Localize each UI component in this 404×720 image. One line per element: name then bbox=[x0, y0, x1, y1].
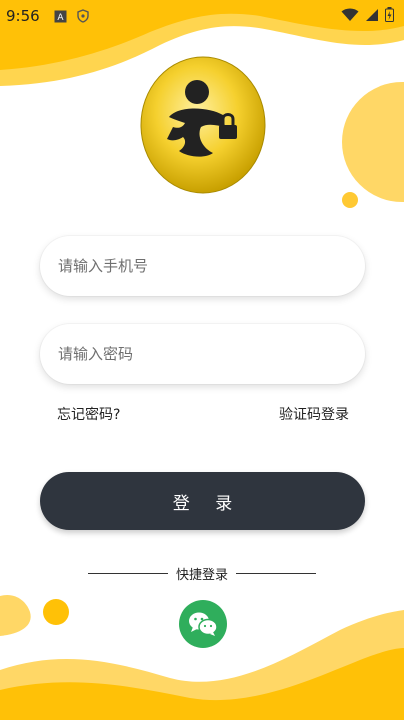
password-field[interactable] bbox=[40, 324, 365, 384]
wechat-login-button[interactable] bbox=[179, 600, 227, 648]
wechat-icon bbox=[189, 612, 218, 636]
divider-line-right bbox=[236, 572, 316, 574]
svg-text:A: A bbox=[57, 13, 64, 23]
quick-login-divider: 快捷登录 bbox=[0, 563, 404, 583]
password-input[interactable] bbox=[58, 345, 347, 363]
wifi-icon bbox=[341, 7, 359, 26]
signal-icon bbox=[365, 7, 379, 26]
divider-line-left bbox=[87, 572, 168, 574]
phone-field[interactable] bbox=[40, 236, 365, 296]
login-button[interactable]: 登 录 bbox=[40, 472, 365, 530]
status-time: 9:56 bbox=[6, 7, 40, 25]
status-bar: 9:56 A bbox=[0, 0, 404, 32]
quick-login-label: 快捷登录 bbox=[175, 567, 228, 583]
runner-logo-icon bbox=[140, 56, 266, 194]
battery-icon bbox=[385, 6, 394, 26]
a-box-icon: A bbox=[54, 10, 67, 23]
forgot-password-link[interactable]: 忘记密码? bbox=[57, 404, 120, 424]
phone-input[interactable] bbox=[58, 257, 347, 275]
shield-icon bbox=[76, 9, 89, 23]
right-bubble-decoration bbox=[342, 82, 404, 208]
app-logo bbox=[139, 55, 267, 195]
code-login-link[interactable]: 验证码登录 bbox=[279, 404, 349, 424]
